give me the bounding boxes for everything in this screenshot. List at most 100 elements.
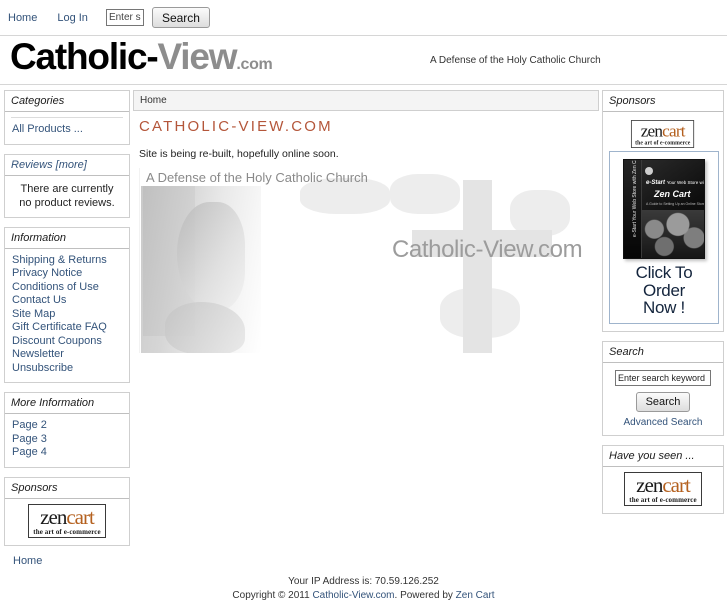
estart-title-thin: Your Web Store with xyxy=(666,180,705,185)
top-navigation-bar: Home Log In Search xyxy=(0,0,727,36)
zencart-logo-right-sponsors[interactable]: zencart the art of e-commerce xyxy=(631,120,695,148)
reviews-empty-text: There are currently no product reviews. xyxy=(19,182,115,209)
sponsors-heading: Sponsors xyxy=(5,478,129,499)
sidebar-item-discount-coupons[interactable]: Discount Coupons xyxy=(11,335,123,349)
search-heading: Search xyxy=(603,342,723,363)
header-search-button[interactable]: Search xyxy=(151,7,210,28)
zencart-logo-wordmark: zencart xyxy=(33,504,100,529)
hero-praying-figure xyxy=(141,186,261,353)
footer-copyright: Copyright © 2011 Catholic-View.com. Powe… xyxy=(0,589,727,603)
zencart-logo-left-sidebar[interactable]: zencart the art of e-commerce xyxy=(28,503,106,538)
nav-link-home[interactable]: Home xyxy=(8,12,37,24)
sidebar-item-page-3[interactable]: Page 3 xyxy=(11,433,123,447)
more-information-heading: More Information xyxy=(5,393,129,414)
zencart-logo-cart: cart xyxy=(662,120,685,141)
footer-ip-address: Your IP Address is: 70.59.126.252 xyxy=(288,575,439,587)
more-information-body: Page 2 Page 3 Page 4 xyxy=(5,414,129,467)
estart-box-artwork xyxy=(642,210,704,258)
information-heading: Information xyxy=(5,228,129,249)
footer-site-link[interactable]: Catholic-View.com xyxy=(312,590,394,601)
zencart-logo-cart: cart xyxy=(66,504,95,529)
categories-body: All Products ... xyxy=(5,112,129,144)
advanced-search-link[interactable]: Advanced Search xyxy=(609,417,717,428)
sidebar-item-gift-certificate-faq[interactable]: Gift Certificate FAQ xyxy=(11,321,123,335)
estart-ad-banner[interactable]: e-Start Your Web Store with Zen Cart e-S… xyxy=(609,151,719,324)
estart-cta-line-2: Order xyxy=(643,280,685,300)
estart-cta-line-1: Click To xyxy=(635,263,693,282)
page-footer: Your IP Address is: 70.59.126.252 Copyri… xyxy=(0,575,727,603)
site-header: Catholic-View.com A Defense of the Holy … xyxy=(0,36,727,85)
zencart-logo-wordmark: zencart xyxy=(635,120,690,141)
zencart-logo-cart: cart xyxy=(662,472,691,497)
logo-text-tld: .com xyxy=(236,55,273,73)
reviews-more-link[interactable]: [more] xyxy=(56,159,87,171)
logo-text-secondary: View xyxy=(157,35,237,77)
estart-cta-line-3: Now ! xyxy=(643,298,685,317)
right-box-sponsors: Sponsors zencart the art of e-commerce e… xyxy=(602,90,724,332)
sponsors-body: zencart the art of e-commerce xyxy=(5,499,129,545)
sidebar-item-all-products[interactable]: All Products ... xyxy=(11,123,123,137)
footer-copyright-middle: . Powered by xyxy=(394,589,456,601)
sidebar-box-sponsors: Sponsors zencart the art of e-commerce xyxy=(4,476,130,546)
zencart-logo-have-you-seen[interactable]: zencart the art of e-commerce xyxy=(624,471,702,506)
footer-copyright-prefix: Copyright © 2011 xyxy=(232,589,313,601)
intro-paragraph: Site is being re-built, hopefully online… xyxy=(139,148,339,160)
sidebar-box-information: Information Shipping & Returns Privacy N… xyxy=(4,226,130,383)
hero-figure-face xyxy=(177,202,245,310)
estart-cta-text: Click To Order Now ! xyxy=(610,262,718,317)
estart-title-estart: e-Start xyxy=(646,180,666,186)
right-box-search: Search Search Advanced Search xyxy=(602,340,724,436)
search-body: Search Advanced Search xyxy=(603,363,723,435)
hero-wordmark: Catholic-View.com xyxy=(392,236,583,263)
page-title: CATHOLIC-VIEW.COM xyxy=(139,118,333,135)
right-box-have-you-seen: Have you seen ... zencart the art of e-c… xyxy=(602,444,724,514)
sidebar-box-reviews: Reviews [more] There are currently no pr… xyxy=(4,153,130,218)
sidebar-item-privacy-notice[interactable]: Privacy Notice xyxy=(11,267,123,281)
right-sponsors-heading: Sponsors xyxy=(603,91,723,112)
header-search-input[interactable] xyxy=(105,9,144,26)
hero-title: A Defense of the Holy Catholic Church xyxy=(146,170,368,185)
reviews-heading: Reviews [more] xyxy=(5,155,129,176)
estart-box-bullet-icon xyxy=(645,167,653,175)
estart-title-big: Zen Cart xyxy=(654,189,691,199)
nav-link-login[interactable]: Log In xyxy=(57,12,88,24)
footer-home-link[interactable]: Home xyxy=(13,555,42,567)
estart-product-box: e-Start Your Web Store with Zen Cart e-S… xyxy=(623,159,705,259)
search-input[interactable] xyxy=(615,369,711,386)
search-button-wrapper: Search xyxy=(609,391,717,412)
page-columns: Categories All Products ... Reviews [mor… xyxy=(0,85,727,567)
estart-spine-text: e-Start Your Web Store with Zen Cart xyxy=(632,159,638,237)
breadcrumb[interactable]: Home xyxy=(133,90,599,111)
right-sponsors-body: zencart the art of e-commerce e-Start Yo… xyxy=(603,112,723,331)
sidebar-item-newsletter-unsubscribe[interactable]: Newsletter Unsubscribe xyxy=(11,348,123,375)
hero-cross-vertical xyxy=(463,180,492,353)
right-sidebar: Sponsors zencart the art of e-commerce e… xyxy=(602,90,724,523)
hero-smudge-1 xyxy=(390,174,460,214)
zencart-logo-zen: zen xyxy=(40,504,67,529)
sidebar-item-page-2[interactable]: Page 2 xyxy=(11,419,123,433)
zencart-logo-zen: zen xyxy=(636,472,663,497)
footer-zencart-link[interactable]: Zen Cart xyxy=(456,590,495,601)
site-logo[interactable]: Catholic-View.com xyxy=(10,38,273,83)
reviews-body: There are currently no product reviews. xyxy=(5,176,129,217)
zencart-logo-tagline: the art of e-commerce xyxy=(635,139,691,147)
sidebar-item-conditions-of-use[interactable]: Conditions of Use xyxy=(11,281,123,295)
information-body: Shipping & Returns Privacy Notice Condit… xyxy=(5,249,129,383)
reviews-heading-link[interactable]: Reviews xyxy=(11,159,53,171)
zencart-logo-tagline: the art of e-commerce xyxy=(629,495,697,504)
sidebar-item-site-map[interactable]: Site Map xyxy=(11,308,123,322)
search-button[interactable]: Search xyxy=(635,391,691,412)
zencart-logo-wordmark: zencart xyxy=(629,472,696,497)
sidebar-item-contact-us[interactable]: Contact Us xyxy=(11,294,123,308)
footer-home-link-wrapper: Home xyxy=(13,555,130,567)
logo-text-primary: Catholic- xyxy=(10,35,159,77)
estart-title-small: e-Start Your Web Store with xyxy=(646,180,705,186)
estart-subtitle: A Guide to Setting Up an Online Store wi… xyxy=(646,202,705,206)
sidebar-box-categories: Categories All Products ... xyxy=(4,90,130,145)
sidebar-item-page-4[interactable]: Page 4 xyxy=(11,446,123,460)
hero-banner-image: Catholic-View.com A Defense of the Holy … xyxy=(139,168,590,353)
sidebar-box-more-information: More Information Page 2 Page 3 Page 4 xyxy=(4,392,130,468)
zencart-logo-tagline: the art of e-commerce xyxy=(33,527,101,536)
sidebar-item-shipping-returns[interactable]: Shipping & Returns xyxy=(11,254,123,268)
site-tagline: A Defense of the Holy Catholic Church xyxy=(430,55,601,66)
